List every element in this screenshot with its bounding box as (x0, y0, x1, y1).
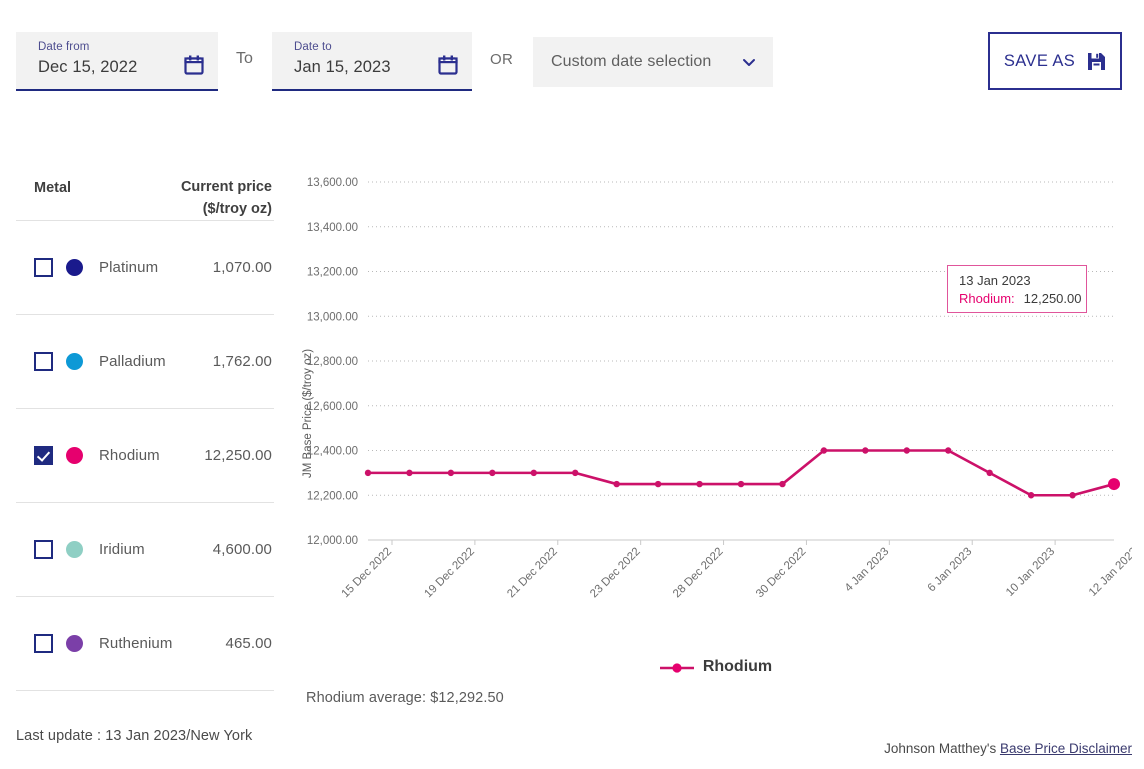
table-row[interactable]: Platinum 1,070.00 (16, 220, 274, 314)
table-row[interactable]: Iridium 4,600.00 (16, 502, 274, 596)
column-header-current-price: Current price ($/troy oz) (181, 176, 274, 220)
tooltip-series-name: Rhodium: (959, 291, 1015, 306)
metal-price: 1,762.00 (212, 353, 272, 370)
metal-price: 4,600.00 (212, 541, 272, 558)
metal-checkbox-iridium[interactable] (34, 540, 53, 559)
metals-table: Metal Current price ($/troy oz) Platinum… (16, 160, 274, 691)
metal-price: 12,250.00 (204, 447, 272, 464)
metal-color-swatch (66, 541, 83, 558)
chart-plot-svg: 13,600.00 13,400.00 13,200.00 13,000.00 12,8… (307, 177, 1132, 601)
metal-name: Palladium (99, 353, 166, 370)
metal-name: Platinum (99, 259, 159, 276)
svg-text:13,600.00: 13,600.00 (307, 177, 358, 189)
metal-color-swatch (66, 635, 83, 652)
date-to-label: Date to (294, 41, 332, 53)
metal-price: 465.00 (225, 635, 272, 652)
chart-tooltip: 13 Jan 2023 Rhodium: 12,250.00 (947, 265, 1087, 313)
custom-date-selection-dropdown[interactable]: Custom date selection (533, 37, 773, 87)
date-to-value: Jan 15, 2023 (294, 58, 391, 76)
tooltip-series-value: 12,250.00 (1023, 291, 1082, 306)
calendar-icon[interactable] (438, 55, 458, 75)
calendar-icon[interactable] (184, 55, 204, 75)
metal-name: Rhodium (99, 447, 160, 464)
filter-toolbar: Date from Dec 15, 2022 To Date to Jan 15… (0, 0, 1144, 120)
metal-checkbox-rhodium[interactable] (34, 446, 53, 465)
metal-name: Ruthenium (99, 635, 173, 652)
svg-text:28 Dec 2022: 28 Dec 2022 (671, 546, 726, 601)
svg-text:15 Dec 2022: 15 Dec 2022 (340, 546, 395, 601)
to-separator-label: To (236, 50, 253, 67)
svg-text:19 Dec 2022: 19 Dec 2022 (422, 546, 477, 601)
date-from-label: Date from (38, 41, 90, 53)
custom-date-selection-value: Custom date selection (551, 53, 712, 70)
date-from-value: Dec 15, 2022 (38, 58, 138, 76)
table-row[interactable]: Rhodium 12,250.00 (16, 408, 274, 502)
metal-checkbox-ruthenium[interactable] (34, 634, 53, 653)
svg-text:10 Jan 2023: 10 Jan 2023 (1004, 546, 1057, 599)
metals-table-header: Metal Current price ($/troy oz) (16, 160, 274, 220)
table-row[interactable]: Palladium 1,762.00 (16, 314, 274, 408)
average-price-text: Rhodium average: $12,292.50 (306, 690, 504, 706)
chevron-down-icon (741, 54, 757, 70)
svg-text:12,000.00: 12,000.00 (307, 535, 358, 547)
date-from-field[interactable]: Date from Dec 15, 2022 (16, 32, 218, 91)
price-chart-page: Date from Dec 15, 2022 To Date to Jan 15… (0, 0, 1144, 769)
svg-text:13,000.00: 13,000.00 (307, 311, 358, 323)
legend-marker-icon (659, 661, 694, 673)
legend-label-rhodium: Rhodium (702, 658, 773, 675)
svg-text:12,400.00: 12,400.00 (307, 446, 358, 458)
date-to-field[interactable]: Date to Jan 15, 2023 (272, 32, 472, 91)
metal-checkbox-platinum[interactable] (34, 258, 53, 277)
svg-text:13,200.00: 13,200.00 (307, 267, 358, 279)
svg-text:12,200.00: 12,200.00 (307, 490, 358, 502)
column-header-metal: Metal (34, 180, 72, 196)
svg-text:12 Jan 2023: 12 Jan 2023 (1087, 546, 1132, 599)
metal-price: 1,070.00 (212, 259, 272, 276)
disclaimer-text: Johnson Matthey's Base Price Disclaimer (884, 741, 1132, 756)
metal-color-swatch (66, 259, 83, 276)
disclaimer-prefix: Johnson Matthey's (884, 741, 1000, 756)
last-update-text: Last update : 13 Jan 2023/New York (16, 728, 253, 744)
save-disk-icon (1087, 52, 1106, 71)
table-row[interactable]: Ruthenium 465.00 (16, 596, 274, 690)
tooltip-series-row: Rhodium: 12,250.00 (959, 290, 1081, 308)
column-header-current-price-main: Current price (180, 179, 272, 195)
column-header-current-price-unit: ($/troy oz) (202, 201, 272, 217)
price-chart: JM Base Price ($/troy oz) 13,600.00 13,40… (300, 160, 1132, 720)
svg-text:4 Jan 2023: 4 Jan 2023 (843, 546, 892, 595)
svg-text:30 Dec 2022: 30 Dec 2022 (754, 546, 809, 601)
metal-color-swatch (66, 353, 83, 370)
svg-text:12,800.00: 12,800.00 (307, 356, 358, 368)
svg-text:21 Dec 2022: 21 Dec 2022 (505, 546, 560, 601)
svg-text:23 Dec 2022: 23 Dec 2022 (588, 546, 643, 601)
metal-checkbox-palladium[interactable] (34, 352, 53, 371)
save-as-button[interactable]: SAVE AS (988, 32, 1122, 90)
tooltip-date: 13 Jan 2023 (959, 273, 1031, 288)
metal-color-swatch (66, 447, 83, 464)
or-separator-label: OR (490, 51, 514, 68)
chart-legend[interactable]: Rhodium (300, 658, 1132, 676)
metal-name: Iridium (99, 541, 145, 558)
base-price-disclaimer-link[interactable]: Base Price Disclaimer (1000, 741, 1132, 756)
svg-text:6 Jan 2023: 6 Jan 2023 (926, 546, 975, 595)
svg-text:12,600.00: 12,600.00 (307, 401, 358, 413)
save-as-label: SAVE AS (1003, 51, 1076, 70)
table-divider (16, 690, 274, 691)
svg-text:13,400.00: 13,400.00 (307, 222, 358, 234)
